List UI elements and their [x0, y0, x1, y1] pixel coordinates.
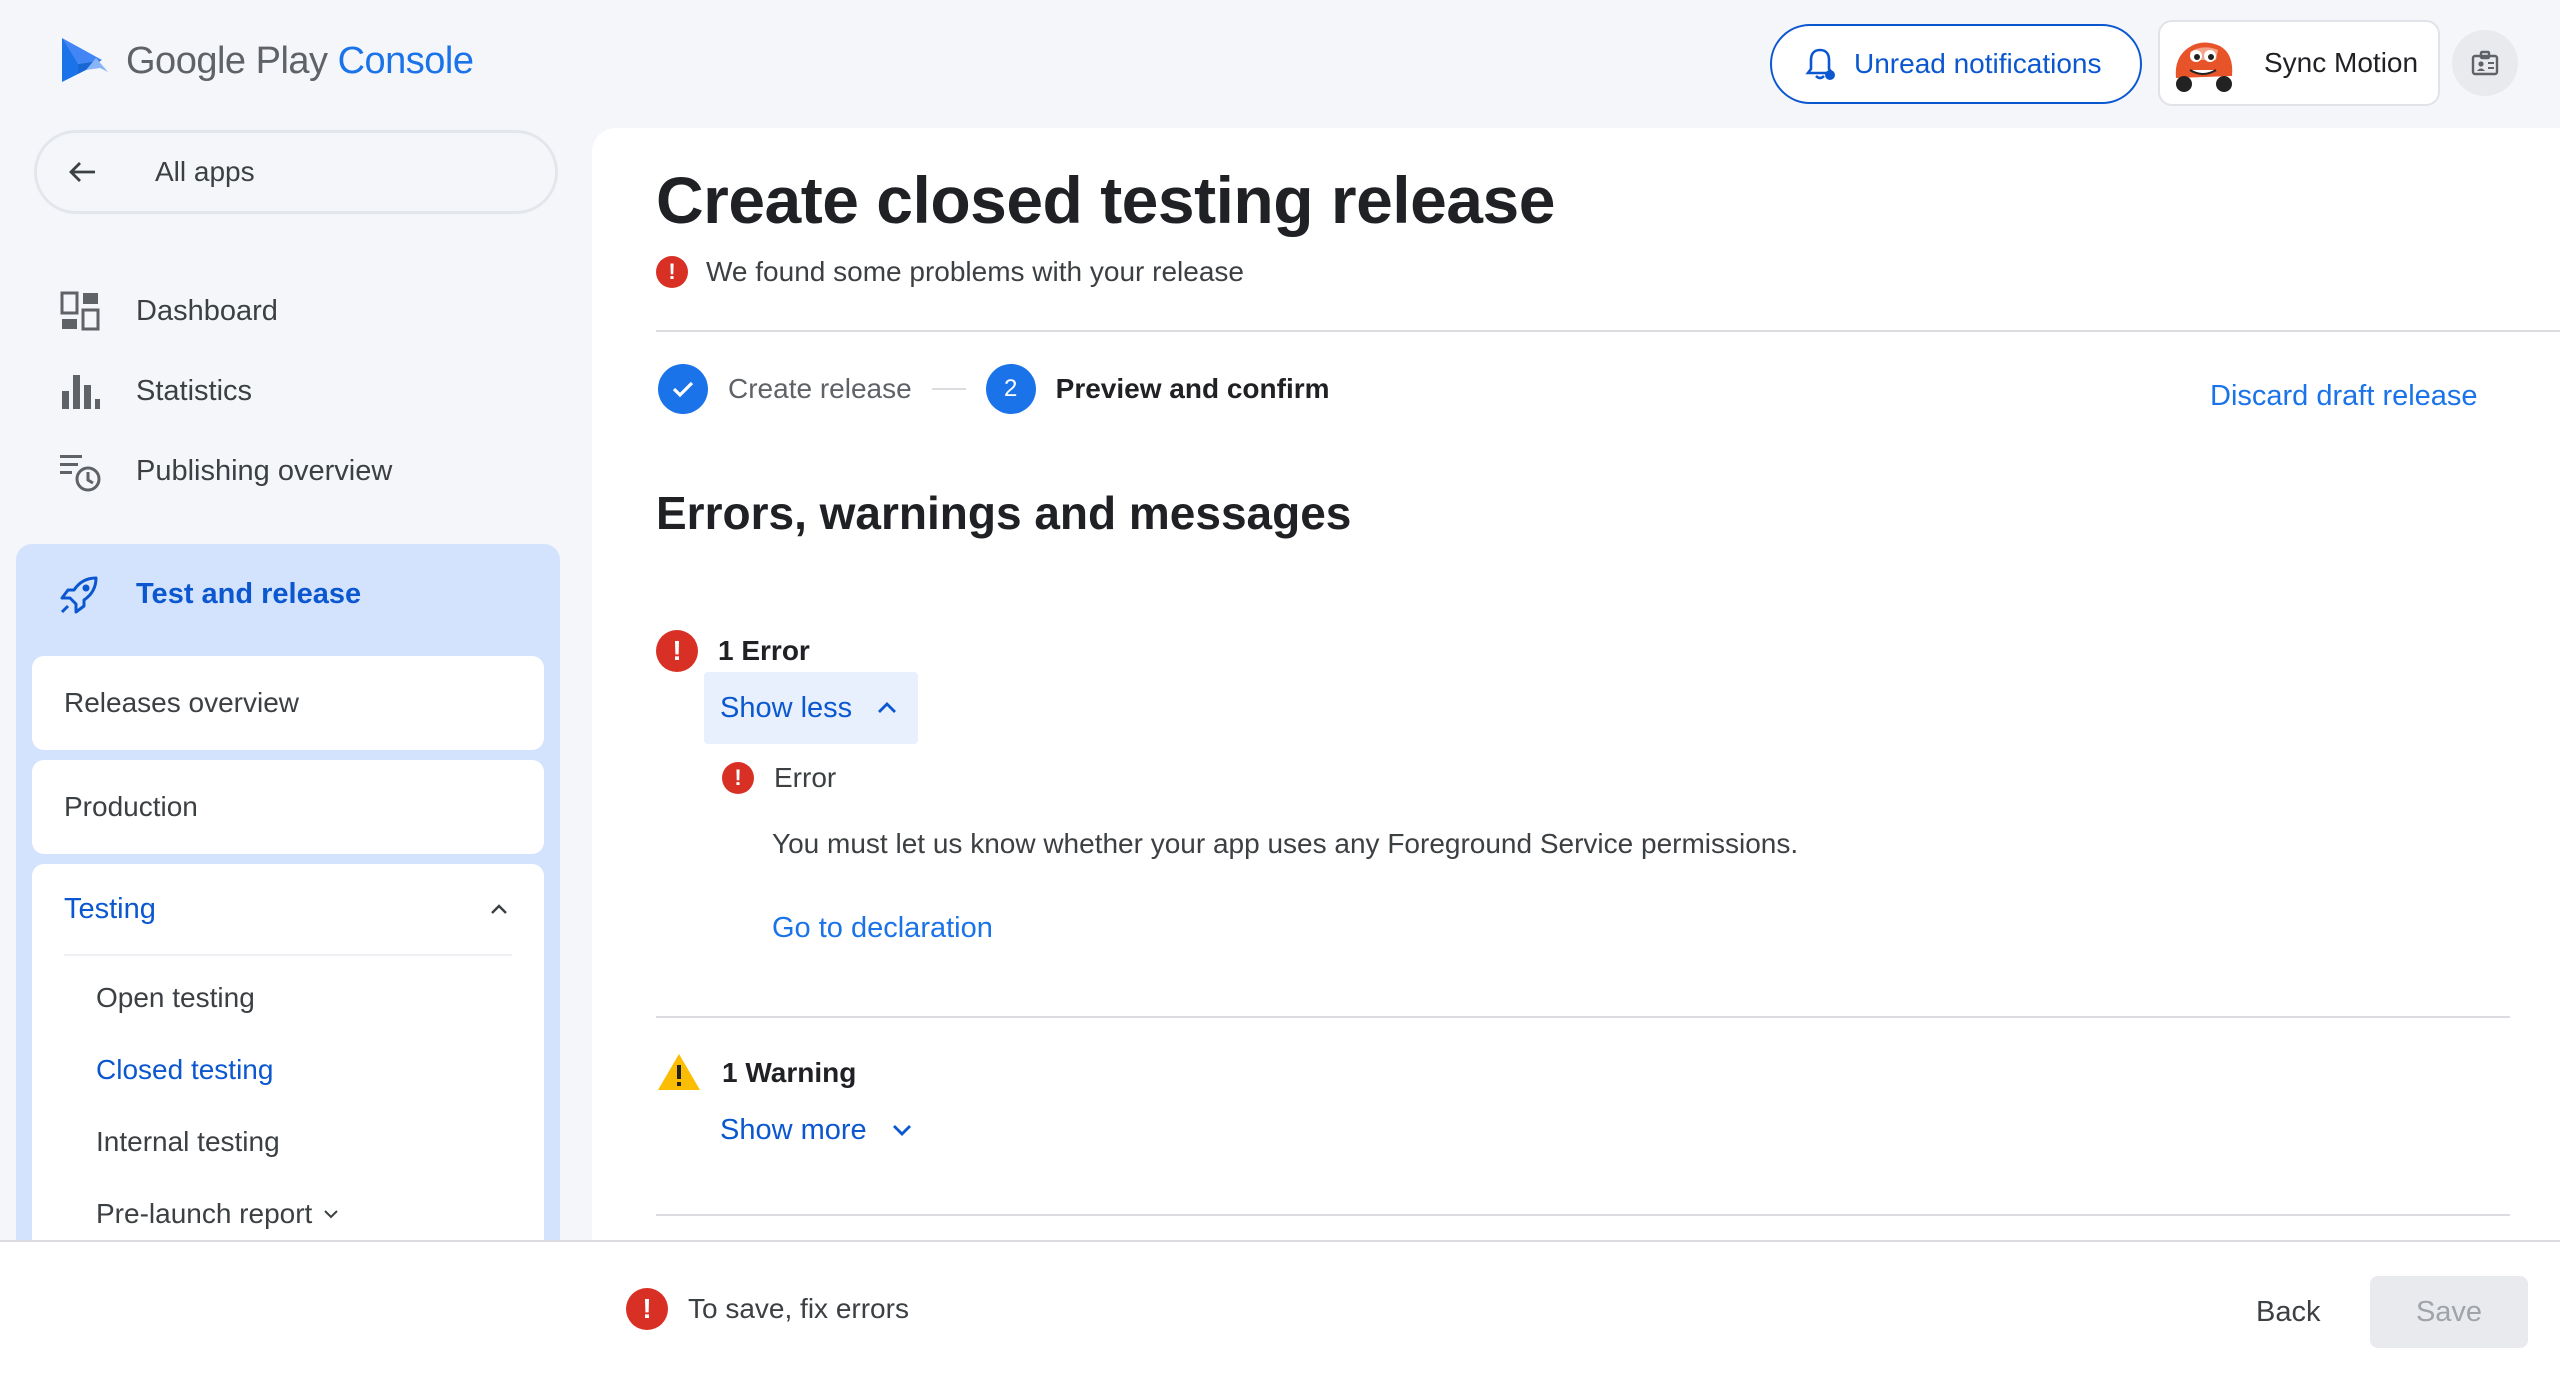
bar-chart-icon [62, 375, 100, 409]
release-stepper: Create release 2 Preview and confirm [658, 364, 1330, 414]
toggle-label: Show less [720, 691, 853, 724]
sidebar-group-testing: Testing Open testing Closed testing Inte… [32, 864, 544, 1284]
rocket-icon [60, 576, 98, 614]
all-apps-label: All apps [155, 156, 255, 187]
error-icon: ! [656, 630, 698, 672]
sidebar-item-label: Statistics [136, 374, 253, 407]
page-title: Create closed testing release [656, 163, 1555, 237]
sidebar-item-testing[interactable]: Testing [64, 864, 512, 956]
sidebar-section-test-and-release: Test and release Releases overview Produ… [16, 544, 560, 1284]
chevron-up-icon [878, 702, 897, 713]
sub-item-label: Open testing [96, 982, 255, 1013]
go-to-declaration-link[interactable]: Go to declaration [772, 912, 993, 945]
show-more-button[interactable]: Show more [704, 1094, 933, 1166]
google-play-console-logo[interactable]: Google Play Console [56, 34, 474, 88]
car-mascot-icon [2166, 26, 2240, 100]
show-less-button[interactable]: Show less [704, 672, 919, 744]
main-content: Create closed testing release ! We found… [592, 128, 2560, 1248]
chevron-down-icon [892, 1125, 911, 1136]
card-label: Releases overview [64, 687, 299, 718]
back-button[interactable]: Back [2238, 1282, 2338, 1342]
errors-count: 1 Error [718, 635, 810, 666]
dashboard-icon [60, 291, 100, 331]
sub-item-label: Pre-launch report [96, 1198, 313, 1229]
section-label: Test and release [136, 577, 362, 610]
error-item-title: ! Error [722, 762, 836, 794]
card-label: Production [64, 791, 198, 822]
sidebar-item-pre-launch-report[interactable]: Pre-launch report [96, 1198, 342, 1230]
sidebar-item-open-testing[interactable]: Open testing [96, 982, 255, 1014]
app-avatar [2166, 26, 2240, 100]
discard-draft-release-link[interactable]: Discard draft release [2210, 380, 2478, 413]
chevron-up-icon [491, 904, 507, 914]
problem-text: We found some problems with your release [706, 256, 1244, 287]
error-icon: ! [722, 762, 754, 794]
unread-notifications-button[interactable]: Unread notifications [1770, 24, 2142, 104]
errors-section-title: Errors, warnings and messages [656, 487, 1352, 539]
account-menu-button[interactable] [2452, 30, 2518, 96]
account-switcher[interactable]: Sync Motion [2158, 20, 2440, 106]
sub-item-label: Internal testing [96, 1126, 280, 1157]
play-console-logo-icon [62, 38, 108, 82]
release-problem-banner: ! We found some problems with your relea… [656, 256, 1244, 288]
sidebar-item-releases-overview[interactable]: Releases overview [32, 656, 544, 750]
save-button[interactable]: Save [2370, 1276, 2528, 1348]
all-apps-button[interactable]: All apps [34, 130, 558, 214]
testing-label: Testing [64, 892, 156, 925]
sidebar-item-publishing-overview[interactable]: Publishing overview [58, 441, 392, 501]
bottom-action-bar: ! To save, fix errors Back Save [0, 1240, 2560, 1376]
step-2-label: Preview and confirm [1055, 373, 1330, 404]
save-error-message: ! To save, fix errors [626, 1288, 909, 1330]
warnings-divider [656, 1214, 2510, 1216]
error-icon: ! [626, 1288, 668, 1330]
bell-icon [1805, 48, 1835, 80]
sidebar-item-internal-testing[interactable]: Internal testing [96, 1126, 280, 1158]
step-connector [931, 388, 966, 390]
error-title: Error [774, 762, 837, 793]
account-name: Sync Motion [2264, 47, 2419, 78]
save-message-text: To save, fix errors [688, 1293, 909, 1324]
errors-divider [656, 1016, 2510, 1018]
sidebar-item-closed-testing[interactable]: Closed testing [96, 1054, 273, 1086]
id-badge-icon [2471, 50, 2499, 76]
warnings-heading: 1 Warning [656, 1050, 856, 1096]
sidebar-item-statistics[interactable]: Statistics [58, 361, 252, 421]
sidebar-item-label: Dashboard [136, 294, 278, 327]
logo-product: Console [337, 39, 474, 82]
top-bar: Google Play Console Unread notifications… [0, 0, 2560, 128]
sidebar-item-test-and-release[interactable]: Test and release [58, 572, 361, 616]
chevron-down-icon [324, 1210, 339, 1219]
warning-icon [658, 1054, 700, 1090]
publishing-icon [60, 455, 101, 492]
sidebar-item-dashboard[interactable]: Dashboard [58, 281, 278, 341]
errors-heading: ! 1 Error [656, 630, 810, 672]
error-message: You must let us know whether your app us… [772, 828, 1799, 859]
step-2-number: 2 [985, 364, 1036, 414]
sidebar-item-production[interactable]: Production [32, 760, 544, 854]
sidebar-item-label: Publishing overview [136, 454, 393, 487]
logo-brand: Google Play [126, 39, 328, 82]
toggle-label: Show more [720, 1113, 867, 1146]
step-1-done-check-icon [658, 364, 708, 414]
header-divider [656, 330, 2560, 332]
notifications-label: Unread notifications [1854, 48, 2102, 79]
warnings-count: 1 Warning [722, 1057, 857, 1088]
step-1-label[interactable]: Create release [728, 373, 912, 405]
error-icon: ! [656, 256, 688, 288]
arrow-back-icon [69, 162, 95, 182]
sub-item-label: Closed testing [96, 1054, 274, 1085]
